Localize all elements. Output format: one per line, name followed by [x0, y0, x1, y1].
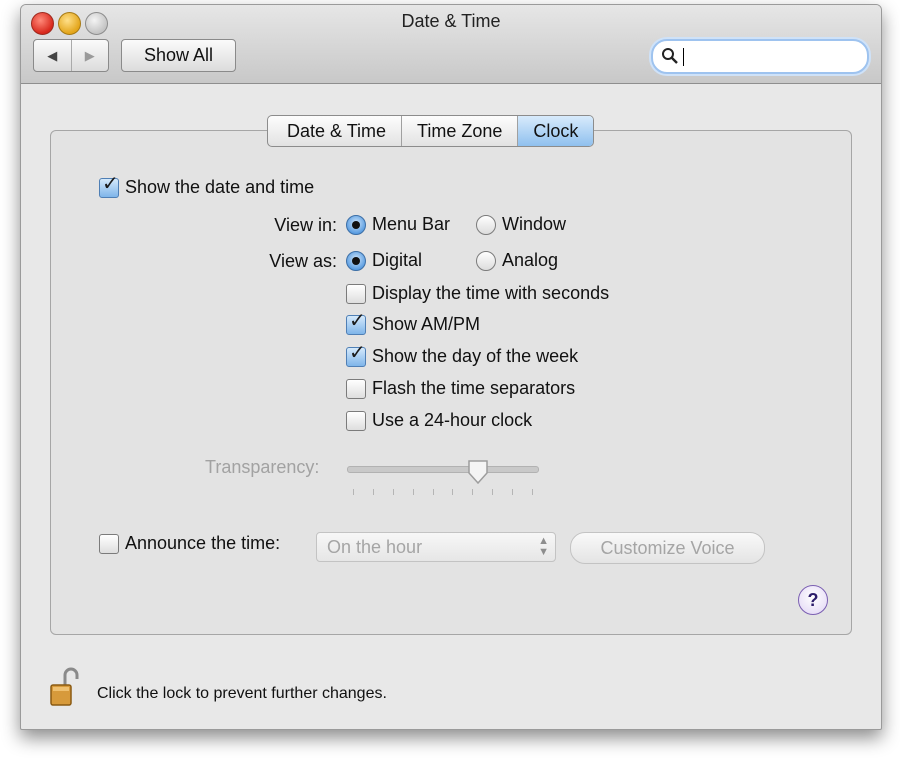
radio-button [346, 250, 366, 271]
show-date-time-checkbox[interactable]: ✓ Show the date and time [99, 174, 315, 198]
text-cursor [683, 48, 684, 66]
option-label: Flash the time separators [372, 378, 576, 398]
customize-voice-button[interactable]: Customize Voice [570, 532, 765, 564]
search-icon [662, 48, 678, 64]
checkbox-box [346, 410, 366, 431]
announce-interval-value: On the hour [327, 536, 423, 557]
tab-clock[interactable]: Clock [517, 116, 594, 146]
show-date-time-label: Show the date and time [125, 177, 315, 197]
preferences-window: Date & Time ◀ ▶ Show All Date & Time Tim… [20, 4, 882, 730]
nav-arrows: ◀ ▶ [33, 39, 109, 72]
radio-label: Menu Bar [372, 214, 451, 234]
checkbox-box: ✓ [99, 174, 119, 198]
transparency-label: Transparency: [205, 457, 320, 477]
radio-button [346, 214, 366, 235]
checkmark-icon: ✓ [349, 309, 366, 332]
lock-icon[interactable] [49, 667, 79, 707]
transparency-slider[interactable] [347, 466, 539, 473]
checkbox-box [99, 533, 119, 554]
slider-ticks [353, 489, 533, 497]
radio-digital[interactable]: Digital [346, 250, 422, 271]
radio-menu-bar[interactable]: Menu Bar [346, 214, 450, 235]
option-label: Show AM/PM [372, 314, 481, 334]
option-day-of-week-checkbox[interactable]: ✓ Show the day of the week [346, 343, 579, 367]
announce-time-checkbox[interactable]: Announce the time: [99, 533, 280, 554]
search-field[interactable] [651, 39, 869, 74]
announce-time-label: Announce the time: [125, 533, 281, 553]
tab-time-zone[interactable]: Time Zone [401, 116, 517, 146]
title-bar: Date & Time ◀ ▶ Show All [21, 5, 881, 84]
radio-label: Window [502, 214, 567, 234]
option-label: Show the day of the week [372, 346, 579, 366]
slider-thumb[interactable] [467, 459, 489, 485]
option-seconds-checkbox[interactable]: Display the time with seconds [346, 283, 609, 304]
updown-arrows-icon: ▲ ▼ [538, 535, 549, 558]
option-flash-separators-checkbox[interactable]: Flash the time separators [346, 378, 575, 399]
tab-bar: Date & Time Time Zone Clock [267, 115, 595, 147]
forward-button[interactable]: ▶ [70, 40, 109, 71]
checkbox-box: ✓ [346, 311, 366, 335]
tab-date-time[interactable]: Date & Time [268, 116, 401, 146]
radio-analog[interactable]: Analog [476, 250, 558, 271]
checkbox-box [346, 378, 366, 399]
checkmark-icon: ✓ [102, 172, 119, 195]
option-ampm-checkbox[interactable]: ✓ Show AM/PM [346, 311, 481, 335]
lock-message: Click the lock to prevent further change… [97, 685, 387, 702]
checkbox-box [346, 283, 366, 304]
option-label: Display the time with seconds [372, 283, 610, 303]
checkbox-box: ✓ [346, 343, 366, 367]
view-in-label: View in: [274, 215, 337, 235]
checkmark-icon: ✓ [349, 341, 366, 364]
back-button[interactable]: ◀ [34, 40, 71, 71]
view-as-label: View as: [269, 251, 337, 271]
radio-label: Digital [372, 250, 423, 270]
radio-button [476, 214, 496, 235]
announce-interval-select[interactable]: On the hour ▲ ▼ [316, 532, 556, 562]
help-button[interactable]: ? [798, 585, 828, 615]
radio-window[interactable]: Window [476, 214, 566, 235]
radio-button [476, 250, 496, 271]
window-title: Date & Time [401, 11, 501, 31]
option-24-hour-checkbox[interactable]: Use a 24-hour clock [346, 410, 532, 431]
option-label: Use a 24-hour clock [372, 410, 533, 430]
show-all-button[interactable]: Show All [121, 39, 236, 72]
radio-label: Analog [502, 250, 559, 270]
